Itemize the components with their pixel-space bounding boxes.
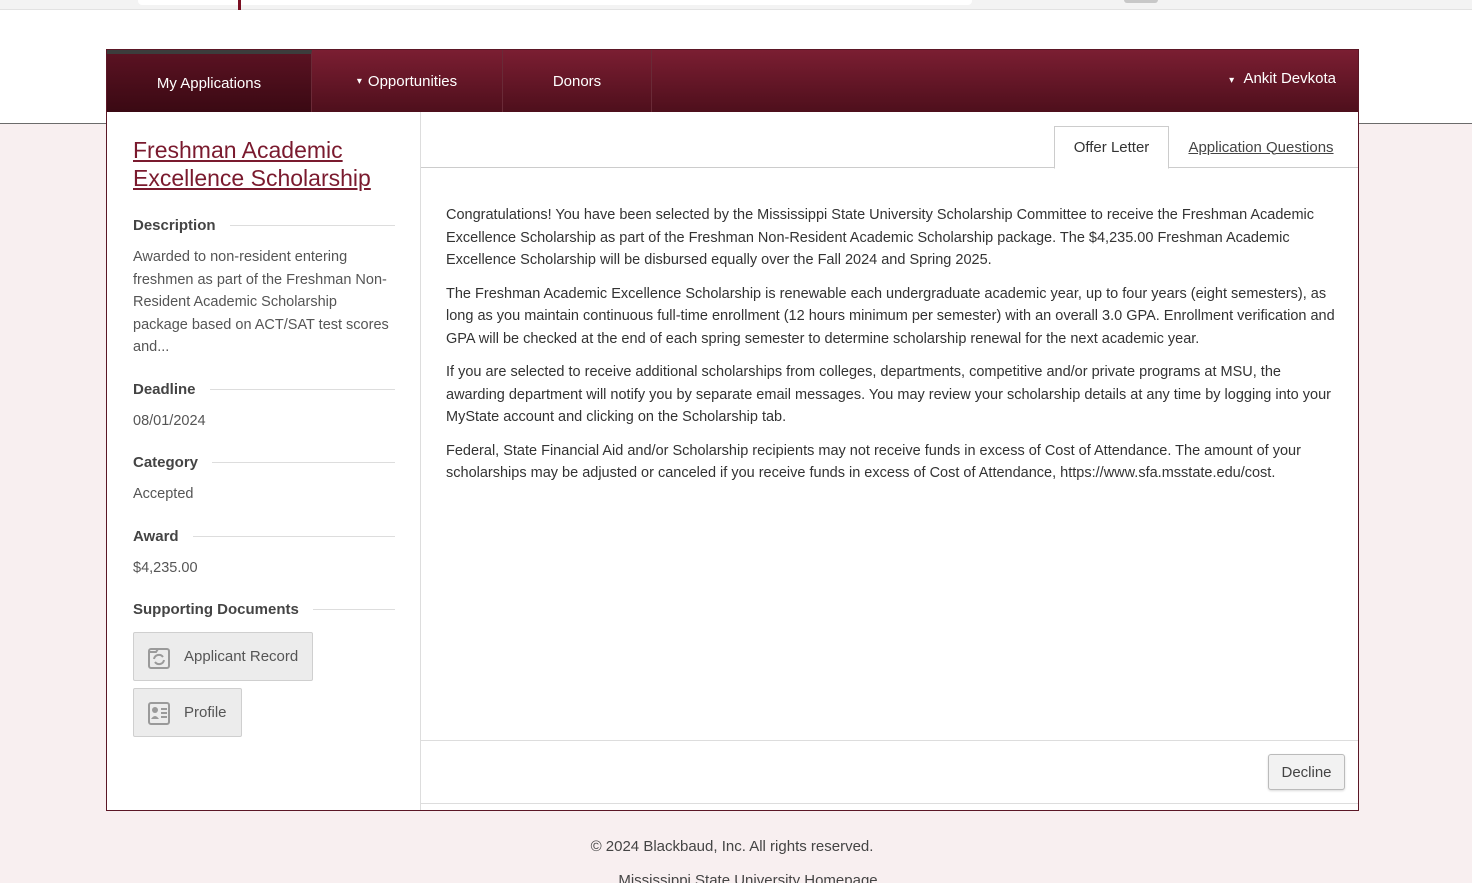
chevron-down-icon: ▾ [1229,75,1235,86]
nav-my-applications[interactable]: My Applications [107,50,312,112]
nav-donors[interactable]: Donors [503,50,652,112]
profile-card-icon [148,701,170,725]
action-bar: Decline [421,740,1358,804]
main-nav: My Applications ▾ Opportunities Donors ▾… [107,50,1358,112]
scholarship-title-line2: Excellence Scholarship [133,165,371,191]
applicant-record-button[interactable]: Applicant Record [133,632,314,681]
letter-paragraph: If you are selected to receive additiona… [446,364,1331,425]
applicant-record-label: Applicant Record [184,648,299,665]
nav-donors-label: Donors [552,72,602,90]
application-panel: My Applications ▾ Opportunities Donors ▾… [106,49,1359,811]
profile-button[interactable]: Profile [133,688,242,737]
deadline-heading: Deadline [133,381,395,398]
category-heading: Category [133,454,395,471]
profile-label: Profile [184,704,227,721]
user-name: Ankit Devkota [1243,70,1336,87]
award-heading: Award [133,528,395,545]
deadline-value: 08/01/2024 [133,412,206,429]
tab-bar: Offer Letter Application Questions [421,112,1358,169]
scholarship-title-link[interactable]: Freshman Academic Excellence Scholarship [133,136,395,192]
nav-opportunities[interactable]: ▾ Opportunities [312,50,503,112]
university-homepage-link[interactable]: Mississippi State University Homepage [0,872,1472,883]
tab-offer-letter[interactable]: Offer Letter [1054,126,1169,169]
chevron-down-icon: ▾ [356,75,362,87]
supporting-documents-heading: Supporting Documents [133,601,395,618]
tab-application-questions-label: Application Questions [1188,138,1334,156]
scholarship-sidebar: Freshman Academic Excellence Scholarship… [107,112,421,810]
user-menu[interactable]: ▾ Ankit Devkota [1229,70,1336,87]
category-value: Accepted [133,486,194,502]
letter-paragraph: The Freshman Academic Excellence Scholar… [446,285,1335,347]
offer-content: Offer Letter Application Questions Congr… [421,112,1358,810]
folder-refresh-icon [148,647,170,669]
nav-my-applications-label: My Applications [156,74,262,92]
search-input[interactable] [138,0,972,5]
scholarship-title-line1: Freshman Academic [133,137,343,163]
tab-offer-letter-label: Offer Letter [1073,139,1150,156]
copyright-text: © 2024 Blackbaud, Inc. All rights reserv… [590,838,874,855]
nav-opportunities-label: Opportunities [367,72,458,90]
offer-letter-body: Congratulations! You have been selected … [446,204,1336,496]
description-heading: Description [133,217,395,234]
decline-button[interactable]: Decline [1268,754,1345,790]
award-value: $4,235.00 [133,559,198,576]
letter-paragraph: Congratulations! You have been selected … [446,207,1315,268]
tab-application-questions[interactable]: Application Questions [1181,126,1341,168]
description-text: Awarded to non-resident entering freshme… [133,249,389,355]
top-header [0,0,1472,15]
avatar[interactable] [1124,0,1158,3]
letter-paragraph: Federal, State Financial Aid and/or Scho… [446,442,1301,482]
